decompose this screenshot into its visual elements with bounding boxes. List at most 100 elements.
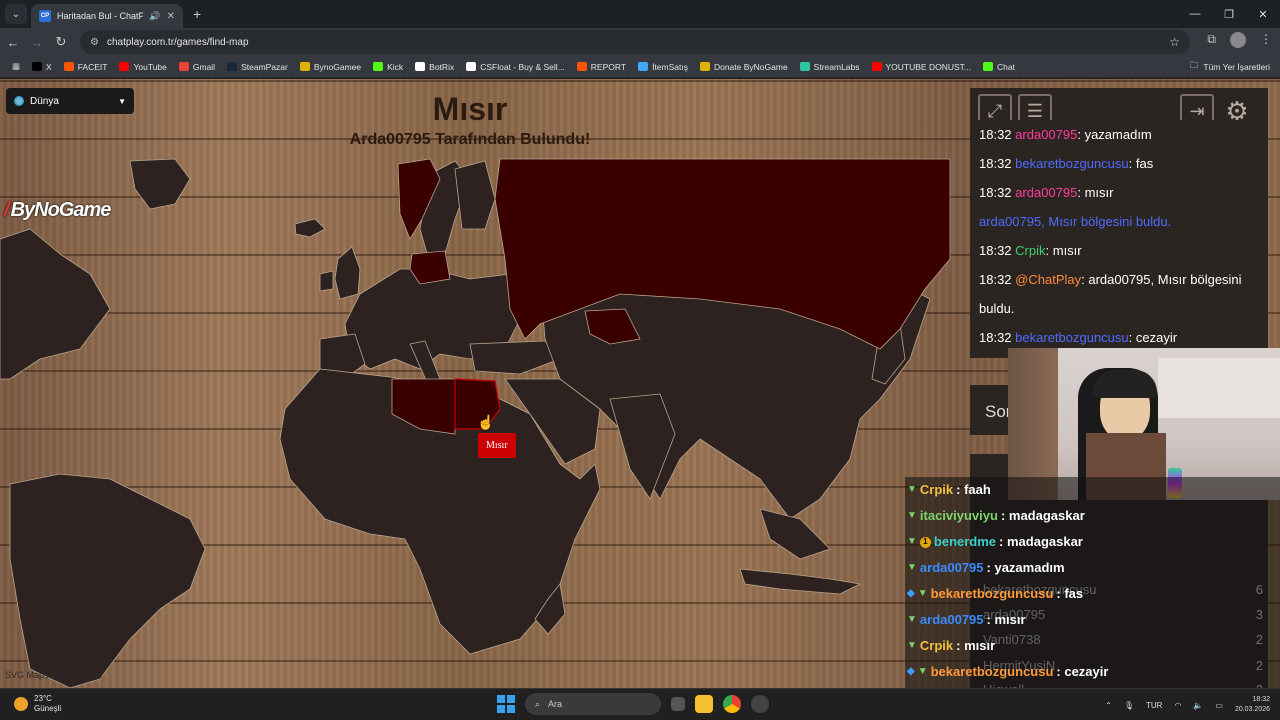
overlay-username: bekaretbozguncusu — [930, 664, 1054, 679]
overlay-chat-message: ◆ ▼ bekaretbozguncusu : fas — [905, 581, 1280, 607]
minimize-icon[interactable]: — — [1178, 0, 1212, 28]
botrix-icon — [415, 62, 426, 71]
overlay-chat-message: ▼ itaciviyuviyu : madagaskar — [905, 503, 1280, 529]
restore-icon[interactable]: ❐ — [1212, 0, 1246, 28]
itemsatis-icon — [638, 62, 649, 71]
mic-icon[interactable]: 🎙 — [1124, 701, 1134, 710]
bookmark-item[interactable]: YOUTUBE DONUST... — [871, 62, 971, 72]
url-text: chatplay.com.tr/games/find-map — [106, 36, 249, 48]
bynogame-icon — [299, 62, 310, 71]
bookmark-item[interactable]: YouTube — [119, 62, 167, 72]
webcam-window — [1158, 358, 1280, 418]
bookmark-star-icon[interactable]: ☆ — [1169, 35, 1180, 49]
map-region-iceland[interactable] — [294, 218, 326, 238]
browser-menu-icon[interactable]: ⋮ — [1260, 32, 1272, 48]
profile-avatar[interactable] — [1230, 32, 1246, 48]
bookmark-item[interactable]: Kick — [373, 62, 403, 72]
chat-text: buldu. — [979, 301, 1015, 316]
chat-timestamp: 18:32 — [979, 243, 1012, 258]
overlay-message-text: : madagaskar — [1000, 508, 1085, 523]
chat-username[interactable]: Crpik — [1015, 243, 1045, 258]
speaker-icon[interactable]: 🔊 — [149, 11, 160, 22]
chat-username[interactable]: arda00795 — [1015, 127, 1077, 142]
browser-tab-bar: ⌄ CP Haritadan Bul - ChatPlay 🔊 ✕ + — ❐ … — [0, 0, 1280, 28]
gift-badge-icon: ▼ — [917, 588, 928, 599]
map-region-greenland[interactable] — [129, 158, 191, 210]
map-region-north-america[interactable] — [0, 228, 111, 380]
task-view-icon[interactable] — [671, 697, 685, 711]
map-region-finland[interactable] — [454, 160, 496, 230]
app-icon[interactable] — [751, 695, 769, 713]
chat-username[interactable]: @ChatPlay — [1015, 272, 1081, 287]
gift-badge-icon: ▼ — [907, 510, 917, 521]
chat-message: 18:32 Crpik: mısır — [979, 236, 1268, 265]
overlay-message-text: : mısır — [986, 612, 1026, 627]
bookmark-item[interactable]: BotRix — [415, 62, 454, 72]
chat-timestamp: 18:32 — [979, 330, 1012, 345]
clock[interactable]: 18:32 20.03.2026 — [1235, 695, 1270, 715]
map-region-uk[interactable] — [334, 246, 361, 300]
apps-grid-icon[interactable]: ▦ — [12, 61, 20, 72]
battery-icon[interactable]: ▭ — [1215, 701, 1223, 710]
bookmark-item[interactable]: REPORT — [576, 62, 626, 72]
game-page: Dünya ▼ Mısır Arda00795 Tarafından Bulun… — [0, 79, 1280, 688]
browser-tab[interactable]: CP Haritadan Bul - ChatPlay 🔊 ✕ — [31, 4, 183, 28]
map-region-ireland[interactable] — [319, 270, 334, 292]
chrome-icon[interactable] — [723, 695, 741, 713]
x-icon — [32, 62, 43, 71]
map-region-south-america[interactable] — [9, 473, 206, 688]
chat-message: 18:32 arda00795: mısır — [979, 178, 1268, 207]
file-explorer-icon[interactable] — [695, 695, 713, 713]
start-button[interactable] — [497, 695, 515, 713]
reload-icon[interactable]: ↻ — [50, 34, 72, 50]
found-by-text: Arda00795 Tarafından Bulundu! — [349, 131, 591, 148]
language-indicator[interactable]: TUR — [1146, 701, 1162, 710]
wifi-icon[interactable]: ◠ — [1174, 701, 1181, 710]
overlay-username: arda00795 — [919, 612, 984, 627]
new-tab-button[interactable]: + — [193, 6, 201, 22]
chat-username[interactable]: bekaretbozguncusu — [1015, 156, 1128, 171]
cube-badge-icon: ◆ — [907, 666, 915, 677]
address-bar-row: ← → ↻ ⚙ chatplay.com.tr/games/find-map ☆… — [0, 28, 1280, 56]
bookmark-item[interactable]: Chat — [983, 62, 1015, 72]
weather-widget[interactable]: 23°C Güneşli — [14, 694, 61, 714]
kick-icon — [983, 62, 993, 71]
chat-username[interactable]: arda00795, — [979, 214, 1045, 229]
volume-icon[interactable]: 🔈 — [1193, 701, 1203, 710]
bookmark-item[interactable]: FACEIT — [63, 62, 107, 72]
overlay-chat-message: ▼ arda00795 : mısır — [905, 607, 1280, 633]
url-input[interactable]: ⚙ chatplay.com.tr/games/find-map ☆ — [80, 30, 1190, 54]
youtube-donate-icon — [871, 62, 882, 71]
map-region-southeast-asia[interactable] — [759, 508, 831, 560]
bookmark-item[interactable]: BynoGamee — [299, 62, 361, 72]
forward-icon[interactable]: → — [26, 35, 48, 50]
close-tab-icon[interactable]: ✕ — [167, 11, 175, 22]
bookmark-item[interactable]: SteamPazar — [227, 62, 288, 72]
chat-message: 18:32 arda00795: yazamadım — [979, 120, 1268, 149]
bookmark-item[interactable]: Gmail — [178, 62, 215, 72]
map-credit[interactable]: SVG Maps by amCharts — [5, 670, 102, 680]
overlay-message-text: : madagaskar — [999, 534, 1083, 549]
back-icon[interactable]: ← — [2, 35, 24, 50]
bookmark-item[interactable]: İtemSatış — [638, 62, 688, 72]
chat-text: : yazamadım — [1077, 127, 1152, 142]
all-bookmarks-button[interactable]: 🗀 Tüm Yer İşaretleri — [1190, 60, 1270, 74]
tray-chevron-icon[interactable]: ⌃ — [1105, 701, 1112, 710]
chatplay-favicon-icon: CP — [39, 10, 51, 22]
chat-username[interactable]: bekaretbozguncusu — [1015, 330, 1128, 345]
map-tooltip: Mısır — [478, 433, 516, 458]
close-window-icon[interactable]: ✕ — [1246, 0, 1280, 28]
bookmark-item[interactable]: X — [32, 62, 52, 72]
gmail-icon — [178, 62, 189, 71]
map-region-indonesia[interactable] — [739, 568, 861, 595]
youtube-icon — [119, 62, 130, 71]
bookmark-item[interactable]: StreamLabs — [799, 62, 860, 72]
map-region-turkey[interactable] — [469, 340, 561, 375]
bookmark-item[interactable]: Donate ByNoGame — [699, 62, 788, 72]
chat-username[interactable]: arda00795 — [1015, 185, 1077, 200]
tab-search-button[interactable]: ⌄ — [5, 4, 27, 24]
extensions-icon[interactable]: ⧉ — [1207, 32, 1216, 48]
bookmark-item[interactable]: CSFloat - Buy & Sell... — [466, 62, 565, 72]
site-info-icon[interactable]: ⚙ — [90, 37, 99, 48]
taskbar-search[interactable]: ⌕ Ara — [525, 693, 661, 715]
